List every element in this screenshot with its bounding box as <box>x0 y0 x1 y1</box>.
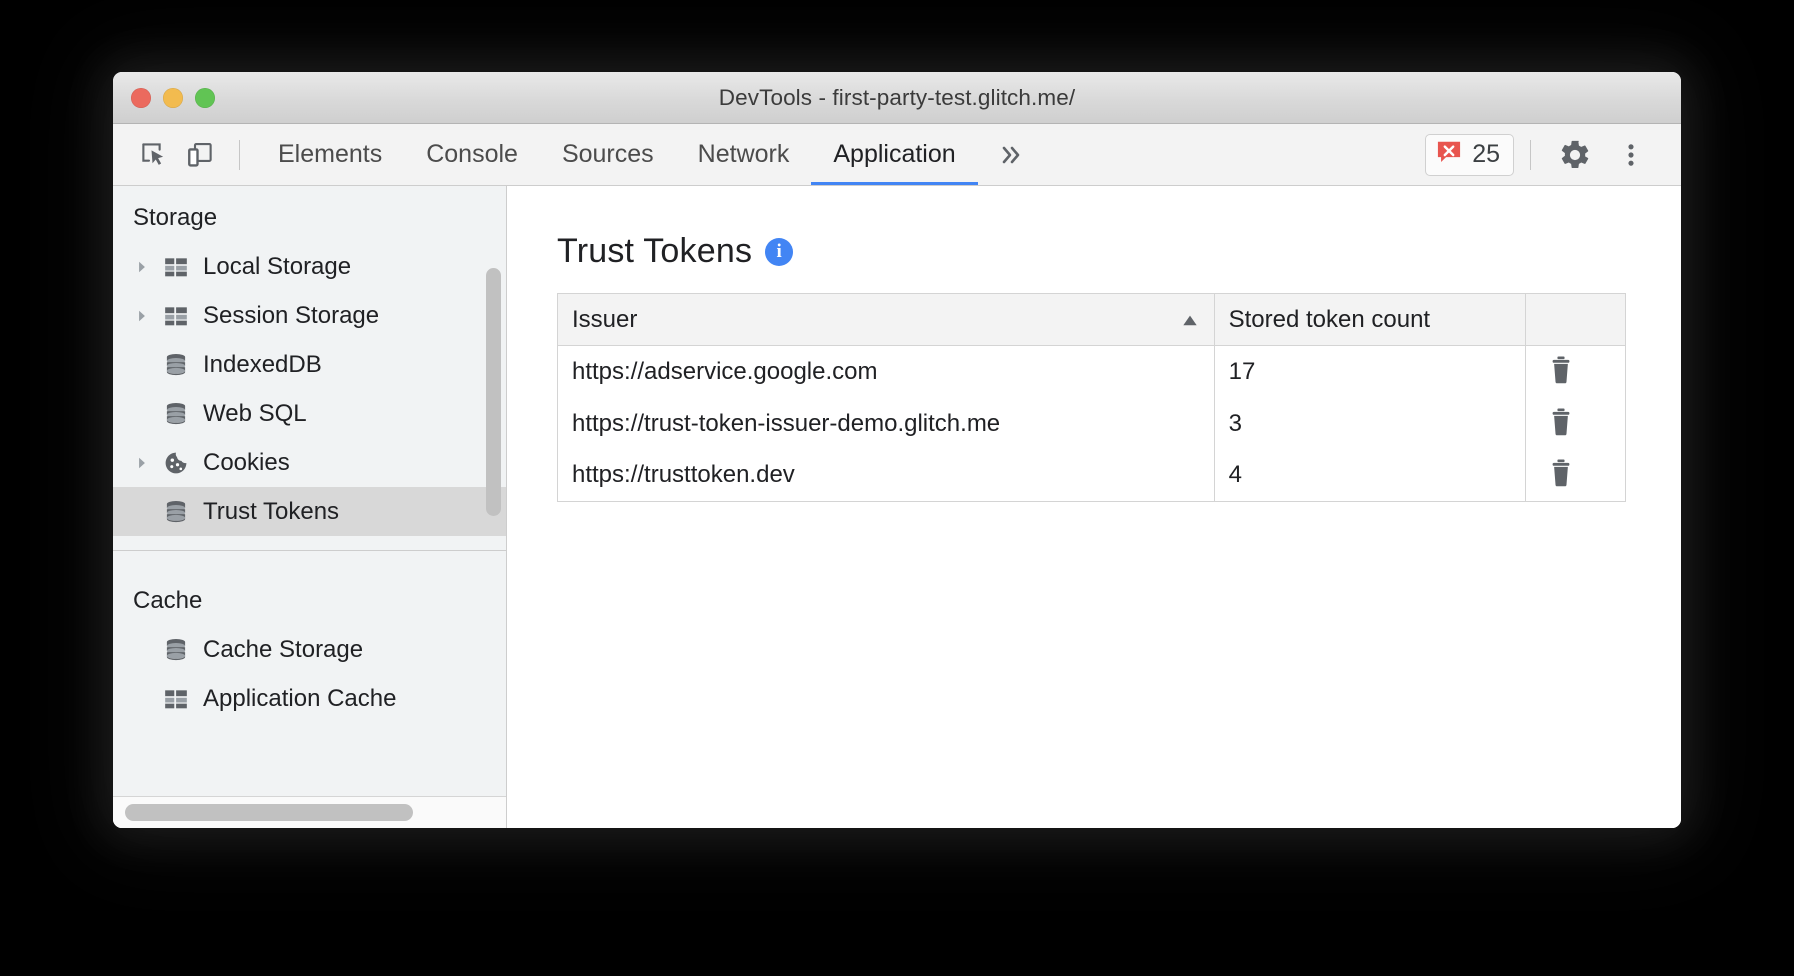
screenshot-stage: DevTools - first-party-test.glitch.me/ <box>0 0 1794 976</box>
tab-network[interactable]: Network <box>676 124 812 185</box>
chevron-right-icon[interactable] <box>135 309 159 323</box>
toolbar-right-group: 25 <box>1425 132 1681 178</box>
panel-header: Trust Tokens i <box>507 186 1681 271</box>
column-header-count-label: Stored token count <box>1229 306 1430 333</box>
sidebar-item-local-storage[interactable]: Local Storage <box>113 242 506 291</box>
sidebar-vertical-scrollbar[interactable] <box>486 268 501 516</box>
trust-tokens-table: Issuer Stored token count <box>557 293 1626 502</box>
cell-issuer: https://trust-token-issuer-demo.glitch.m… <box>558 398 1215 450</box>
trust-tokens-panel: Trust Tokens i Issuer <box>507 186 1681 828</box>
sidebar-item-label: Cache Storage <box>203 636 363 664</box>
gear-icon[interactable] <box>1547 132 1603 178</box>
table-row[interactable]: https://trusttoken.dev 4 <box>558 450 1626 502</box>
sidebar-horizontal-scrollbar[interactable] <box>113 796 506 828</box>
table-header-row: Issuer Stored token count <box>558 294 1626 346</box>
table-row[interactable]: https://adservice.google.com 17 <box>558 346 1626 398</box>
trash-icon[interactable] <box>1544 456 1578 490</box>
column-header-stored-token-count[interactable]: Stored token count <box>1214 294 1525 346</box>
zoom-window-button[interactable] <box>195 88 215 108</box>
tab-elements[interactable]: Elements <box>256 124 404 185</box>
sidebar-item-label: Cookies <box>203 449 290 477</box>
cell-actions <box>1525 346 1625 398</box>
sidebar-section-storage-title: Storage <box>113 186 506 242</box>
error-count-value: 25 <box>1472 140 1500 169</box>
sidebar-item-label: Web SQL <box>203 400 307 428</box>
column-header-actions <box>1525 294 1625 346</box>
trash-icon[interactable] <box>1544 405 1578 439</box>
device-toolbar-icon[interactable] <box>177 134 223 176</box>
application-sidebar: Storage <box>113 186 507 828</box>
devtools-tab-bar: Elements Console Sources Network Applica… <box>256 124 978 185</box>
cookie-icon <box>159 450 193 476</box>
tab-application[interactable]: Application <box>811 124 977 185</box>
sidebar-scroll-area: Storage <box>113 186 506 796</box>
toolbar-divider <box>239 140 240 170</box>
database-icon <box>159 637 193 663</box>
sidebar-item-indexeddb[interactable]: IndexedDB <box>113 340 506 389</box>
table-grid-icon <box>159 686 193 712</box>
sidebar-item-label: Trust Tokens <box>203 498 339 526</box>
devtools-window: DevTools - first-party-test.glitch.me/ <box>113 72 1681 828</box>
info-icon[interactable]: i <box>765 238 793 266</box>
sidebar-item-application-cache[interactable]: Application Cache <box>113 674 506 723</box>
cell-actions <box>1525 398 1625 450</box>
chevron-right-icon[interactable] <box>135 260 159 274</box>
database-icon <box>159 401 193 427</box>
devtools-toolbar: Elements Console Sources Network Applica… <box>113 124 1681 186</box>
sidebar-item-label: Local Storage <box>203 253 351 281</box>
column-header-issuer-label: Issuer <box>572 306 637 333</box>
sidebar-item-web-sql[interactable]: Web SQL <box>113 389 506 438</box>
sidebar-item-session-storage[interactable]: Session Storage <box>113 291 506 340</box>
minimize-window-button[interactable] <box>163 88 183 108</box>
kebab-menu-icon[interactable] <box>1603 132 1659 178</box>
cell-issuer: https://adservice.google.com <box>558 346 1215 398</box>
page-title: Trust Tokens <box>557 232 752 271</box>
trash-icon[interactable] <box>1544 353 1578 387</box>
sidebar-item-cache-storage[interactable]: Cache Storage <box>113 625 506 674</box>
table-grid-icon <box>159 303 193 329</box>
error-bubble-icon <box>1435 138 1463 171</box>
cell-token-count: 4 <box>1214 450 1525 502</box>
devtools-body: Storage <box>113 186 1681 828</box>
toolbar-divider-right <box>1530 140 1531 170</box>
cell-issuer: https://trusttoken.dev <box>558 450 1215 502</box>
cell-token-count: 17 <box>1214 346 1525 398</box>
sidebar-item-label: IndexedDB <box>203 351 322 379</box>
database-icon <box>159 499 193 525</box>
sidebar-section-cache-title: Cache <box>113 569 506 625</box>
sidebar-spacer <box>113 551 506 569</box>
close-window-button[interactable] <box>131 88 151 108</box>
cell-actions <box>1525 450 1625 502</box>
cell-token-count: 3 <box>1214 398 1525 450</box>
database-icon <box>159 352 193 378</box>
window-titlebar: DevTools - first-party-test.glitch.me/ <box>113 72 1681 124</box>
inspect-element-icon[interactable] <box>131 134 177 176</box>
sort-ascending-icon <box>1182 306 1198 334</box>
table-row[interactable]: https://trust-token-issuer-demo.glitch.m… <box>558 398 1626 450</box>
sidebar-item-label: Application Cache <box>203 685 396 713</box>
sidebar-item-trust-tokens[interactable]: Trust Tokens <box>113 487 506 536</box>
table-grid-icon <box>159 254 193 280</box>
tab-sources[interactable]: Sources <box>540 124 676 185</box>
chevron-right-icon[interactable] <box>135 456 159 470</box>
traffic-light-group <box>131 88 215 108</box>
more-tabs-icon[interactable] <box>978 143 1044 167</box>
window-title: DevTools - first-party-test.glitch.me/ <box>113 85 1681 111</box>
sidebar-horizontal-scrollbar-thumb[interactable] <box>125 804 413 821</box>
column-header-issuer[interactable]: Issuer <box>558 294 1215 346</box>
sidebar-item-cookies[interactable]: Cookies <box>113 438 506 487</box>
error-count-badge[interactable]: 25 <box>1425 134 1514 176</box>
tab-console[interactable]: Console <box>404 124 540 185</box>
sidebar-item-label: Session Storage <box>203 302 379 330</box>
